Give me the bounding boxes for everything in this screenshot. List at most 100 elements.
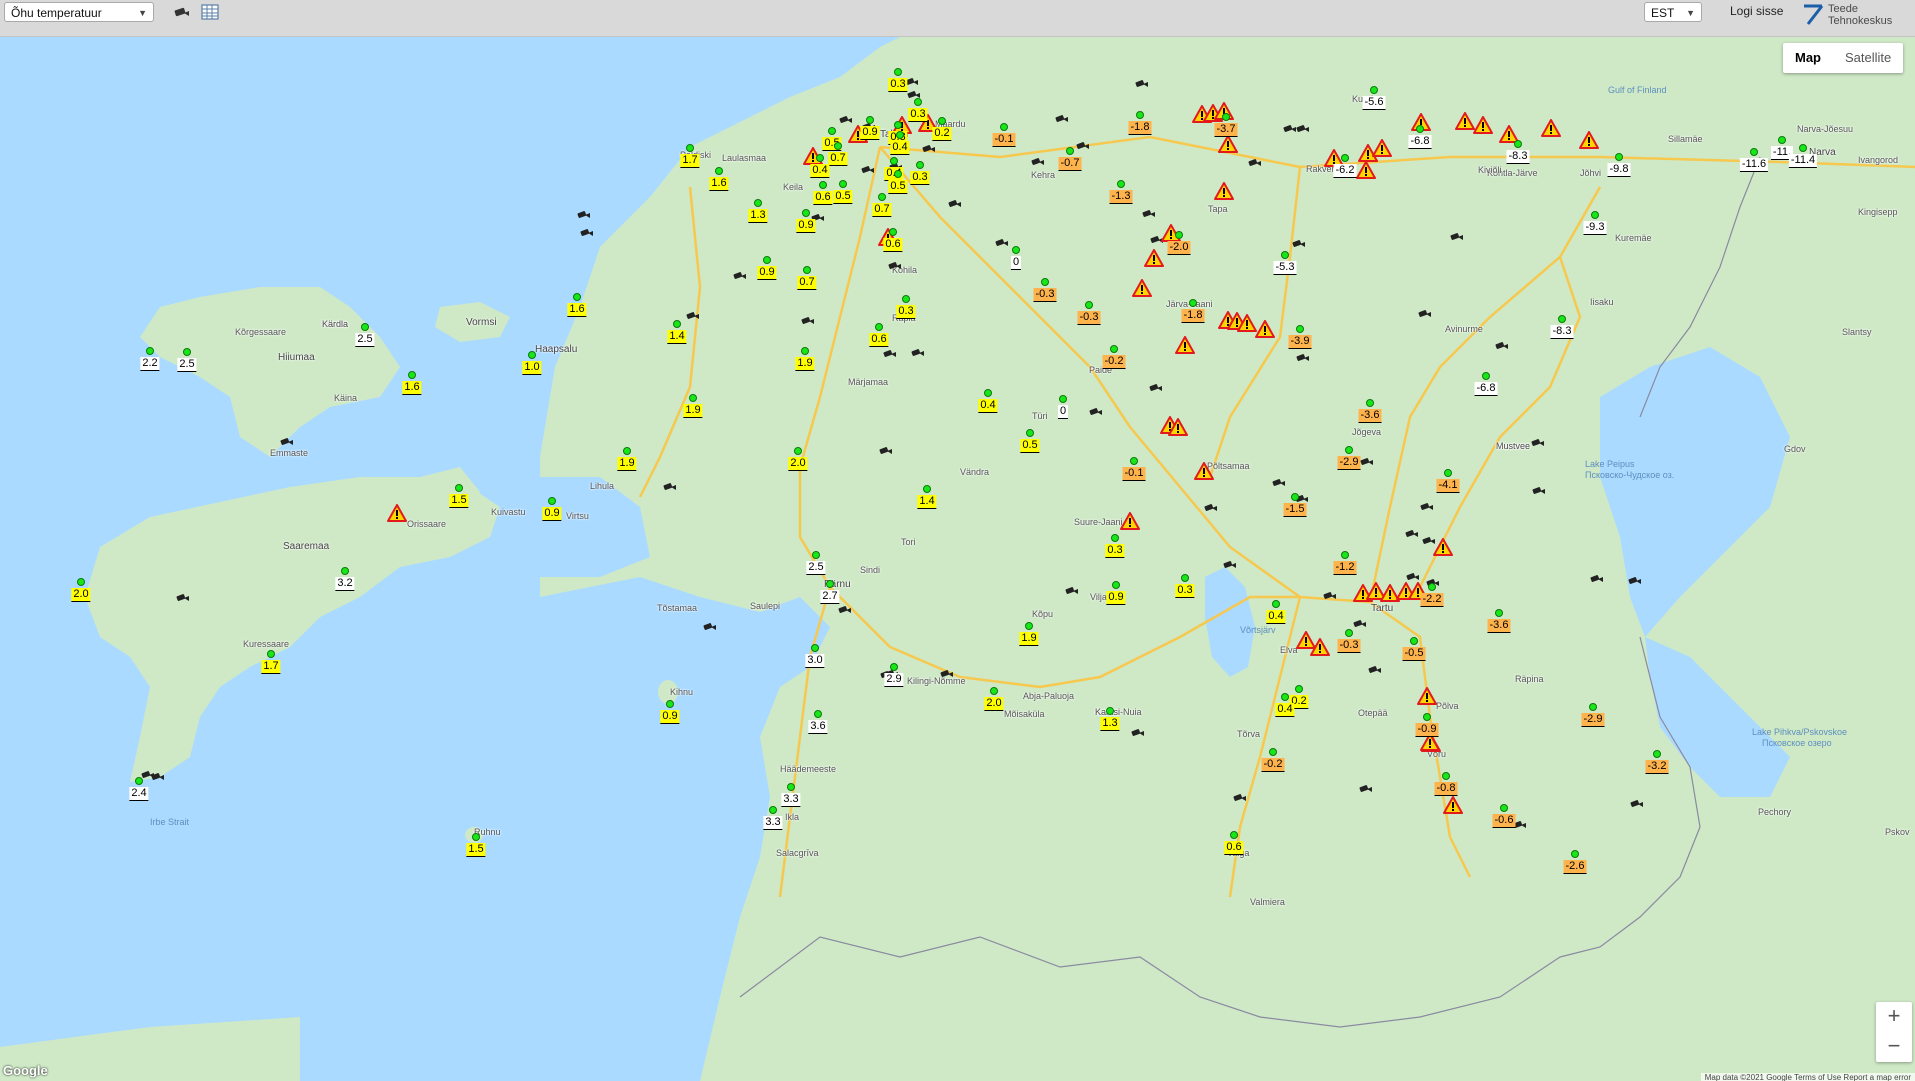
temperature-label[interactable]: 0.2: [932, 127, 952, 141]
temperature-label[interactable]: 1.9: [617, 457, 637, 471]
temperature-label[interactable]: 3.2: [335, 577, 355, 591]
temperature-label[interactable]: -8.3: [1506, 150, 1530, 164]
temperature-label[interactable]: 0.3: [910, 171, 930, 185]
camera-marker-icon[interactable]: [1089, 407, 1103, 417]
zoom-in-button[interactable]: +: [1876, 1002, 1912, 1032]
camera-marker-icon[interactable]: [839, 115, 853, 125]
station-dot-icon[interactable]: [573, 293, 581, 301]
station-dot-icon[interactable]: [894, 121, 902, 129]
road-warning-icon[interactable]: [1168, 418, 1188, 436]
temperature-label[interactable]: 3.3: [763, 816, 783, 830]
station-dot-icon[interactable]: [1026, 429, 1034, 437]
station-dot-icon[interactable]: [1416, 125, 1424, 133]
station-dot-icon[interactable]: [794, 447, 802, 455]
station-dot-icon[interactable]: [890, 157, 898, 165]
temperature-label[interactable]: -0.2: [1102, 355, 1126, 369]
temperature-label[interactable]: -11.6: [1739, 158, 1769, 172]
camera-marker-icon[interactable]: [1590, 574, 1604, 584]
station-dot-icon[interactable]: [1222, 113, 1230, 121]
temperature-label[interactable]: -0.7: [1058, 157, 1082, 171]
station-dot-icon[interactable]: [623, 447, 631, 455]
station-dot-icon[interactable]: [666, 700, 674, 708]
station-dot-icon[interactable]: [472, 833, 480, 841]
temperature-label[interactable]: 0: [1057, 405, 1069, 419]
station-dot-icon[interactable]: [1514, 140, 1522, 148]
camera-marker-icon[interactable]: [922, 144, 936, 154]
station-dot-icon[interactable]: [1181, 574, 1189, 582]
station-dot-icon[interactable]: [819, 181, 827, 189]
temperature-label[interactable]: 0.6: [883, 238, 903, 252]
station-dot-icon[interactable]: [1281, 251, 1289, 259]
road-warning-icon[interactable]: [1541, 119, 1561, 137]
station-dot-icon[interactable]: [1370, 86, 1378, 94]
temperature-label[interactable]: 0.3: [896, 305, 916, 319]
station-dot-icon[interactable]: [914, 98, 922, 106]
road-warning-icon[interactable]: [1237, 314, 1257, 332]
station-dot-icon[interactable]: [826, 580, 834, 588]
temperature-label[interactable]: -0.8: [1434, 782, 1458, 796]
camera-marker-icon[interactable]: [686, 311, 700, 321]
map-attribution[interactable]: Map data ©2021 Google Terms of Use Repor…: [1700, 1073, 1915, 1081]
temperature-label[interactable]: 0.5: [833, 190, 853, 204]
camera-marker-icon[interactable]: [888, 261, 902, 271]
station-dot-icon[interactable]: [1410, 637, 1418, 645]
road-warning-icon[interactable]: [1455, 112, 1475, 130]
temperature-label[interactable]: 1.9: [1019, 632, 1039, 646]
station-dot-icon[interactable]: [1136, 111, 1144, 119]
station-dot-icon[interactable]: [408, 371, 416, 379]
temperature-label[interactable]: -1.8: [1128, 121, 1152, 135]
temperature-label[interactable]: -3.6: [1487, 619, 1511, 633]
station-dot-icon[interactable]: [769, 806, 777, 814]
station-dot-icon[interactable]: [1066, 147, 1074, 155]
station-dot-icon[interactable]: [1571, 850, 1579, 858]
station-dot-icon[interactable]: [1000, 123, 1008, 131]
road-warning-icon[interactable]: [1120, 512, 1140, 530]
road-warning-icon[interactable]: [1433, 538, 1453, 556]
station-dot-icon[interactable]: [1615, 153, 1623, 161]
temperature-label[interactable]: 0.4: [1266, 610, 1286, 624]
camera-icon[interactable]: [172, 2, 192, 22]
camera-marker-icon[interactable]: [861, 165, 875, 175]
station-dot-icon[interactable]: [923, 485, 931, 493]
camera-marker-icon[interactable]: [883, 349, 897, 359]
station-dot-icon[interactable]: [1291, 493, 1299, 501]
camera-marker-icon[interactable]: [940, 669, 954, 679]
camera-marker-icon[interactable]: [1531, 438, 1545, 448]
temperature-label[interactable]: -6.2: [1333, 164, 1357, 178]
temperature-label[interactable]: -9.3: [1583, 221, 1607, 235]
temperature-label[interactable]: 1.5: [466, 843, 486, 857]
temperature-label[interactable]: 0.9: [542, 507, 562, 521]
station-dot-icon[interactable]: [1778, 136, 1786, 144]
station-dot-icon[interactable]: [1281, 693, 1289, 701]
camera-marker-icon[interactable]: [1495, 341, 1509, 351]
layer-select[interactable]: Õhu temperatuur ▼: [4, 2, 154, 22]
station-dot-icon[interactable]: [1428, 583, 1436, 591]
station-dot-icon[interactable]: [1130, 457, 1138, 465]
temperature-label[interactable]: 3.6: [808, 720, 828, 734]
road-warning-icon[interactable]: [1372, 139, 1392, 157]
temperature-label[interactable]: -6.8: [1474, 382, 1498, 396]
station-dot-icon[interactable]: [1012, 246, 1020, 254]
camera-marker-icon[interactable]: [1420, 502, 1434, 512]
temperature-label[interactable]: 2.5: [806, 561, 826, 575]
temperature-label[interactable]: 0.6: [813, 191, 833, 205]
temperature-label[interactable]: 0.3: [1105, 544, 1125, 558]
station-dot-icon[interactable]: [1653, 750, 1661, 758]
temperature-label[interactable]: -2.0: [1167, 241, 1191, 255]
station-dot-icon[interactable]: [889, 228, 897, 236]
temperature-label[interactable]: -8.3: [1550, 325, 1574, 339]
station-dot-icon[interactable]: [1111, 534, 1119, 542]
camera-marker-icon[interactable]: [1204, 503, 1218, 513]
station-dot-icon[interactable]: [801, 347, 809, 355]
station-dot-icon[interactable]: [916, 161, 924, 169]
camera-marker-icon[interactable]: [801, 316, 815, 326]
station-dot-icon[interactable]: [548, 497, 556, 505]
camera-marker-icon[interactable]: [879, 446, 893, 456]
camera-marker-icon[interactable]: [703, 622, 717, 632]
camera-marker-icon[interactable]: [1292, 239, 1306, 249]
camera-marker-icon[interactable]: [151, 772, 165, 782]
road-warning-icon[interactable]: [1132, 279, 1152, 297]
temperature-label[interactable]: -5.3: [1273, 261, 1297, 275]
road-warning-icon[interactable]: [1218, 135, 1238, 153]
table-icon[interactable]: [200, 2, 220, 22]
